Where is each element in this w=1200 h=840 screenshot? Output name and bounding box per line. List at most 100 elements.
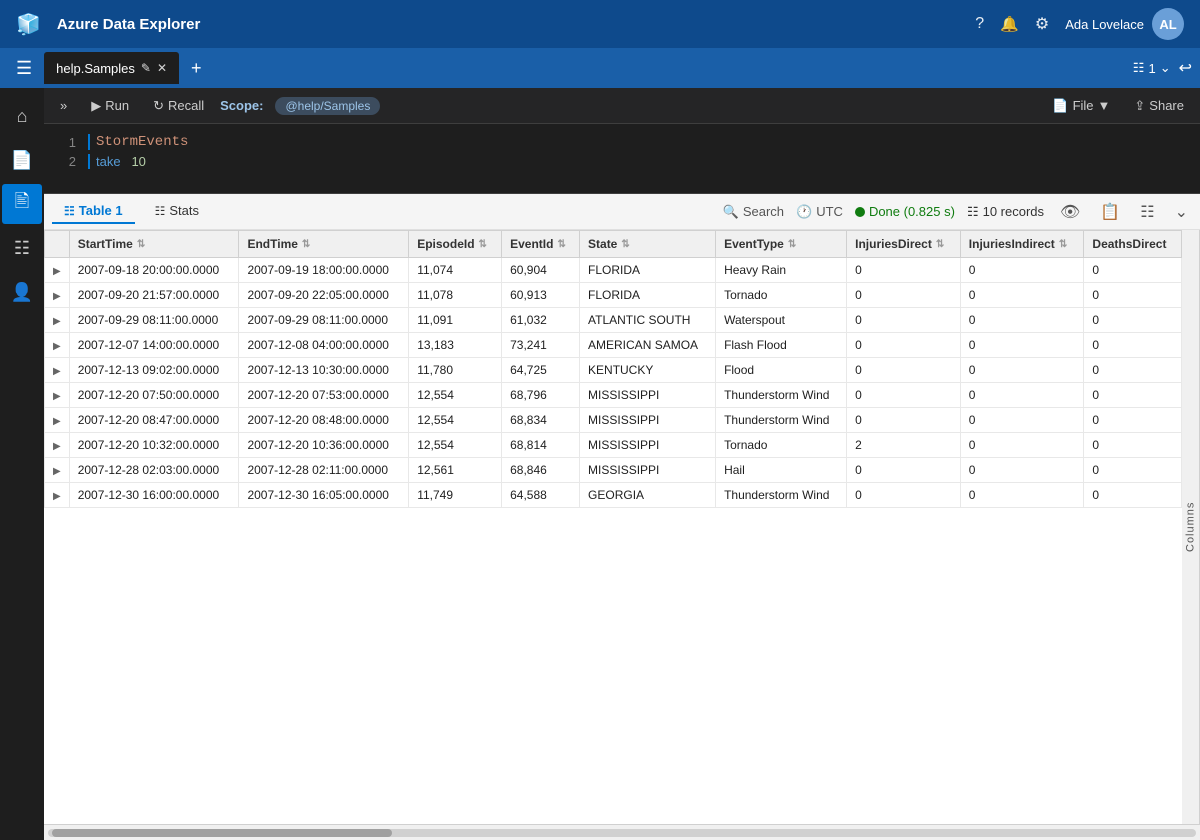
col-eventtype[interactable]: EventType ⇅ <box>716 231 847 258</box>
row-expand-4[interactable]: ▶ <box>45 358 70 383</box>
search-icon: 🔍 <box>723 204 739 220</box>
search-label: Search <box>743 204 784 219</box>
user-profile[interactable]: Ada Lovelace AL <box>1065 8 1184 40</box>
tab-help-samples[interactable]: help.Samples ✎ ✕ <box>44 52 179 84</box>
cell-eventtype-5: Thunderstorm Wind <box>716 383 847 408</box>
row-expand-5[interactable]: ▶ <box>45 383 70 408</box>
query-editor[interactable]: 1 StormEvents 2 take 10 <box>44 124 1200 194</box>
sidebar-home-icon[interactable]: ⌂ <box>2 96 42 136</box>
row-expand-8[interactable]: ▶ <box>45 458 70 483</box>
run-button[interactable]: ▶ Run <box>83 94 137 118</box>
scroll-track[interactable] <box>48 829 1196 837</box>
header-row: StartTime ⇅ EndTime ⇅ <box>45 231 1182 258</box>
cell-endtime-2: 2007-09-29 08:11:00.0000 <box>239 308 409 333</box>
cell-injuriesdirect-9: 0 <box>847 483 961 508</box>
help-icon[interactable]: ? <box>975 15 984 33</box>
cell-injuriesdirect-6: 0 <box>847 408 961 433</box>
row-expand-2[interactable]: ▶ <box>45 308 70 333</box>
chevron-down-icon[interactable]: ⌄ <box>1171 200 1192 224</box>
file-button[interactable]: 📄 File ▼ <box>1044 94 1118 118</box>
cell-injuriesindirect-3: 0 <box>960 333 1084 358</box>
share-button[interactable]: ⇪ Share <box>1126 94 1192 118</box>
results-toolbar: ☷ Table 1 ☷ Stats 🔍 Search 🕐 UTC <box>44 194 1200 230</box>
row-expand-9[interactable]: ▶ <box>45 483 70 508</box>
col-state[interactable]: State ⇅ <box>580 231 716 258</box>
run-icon: ▶ <box>91 98 101 114</box>
code-line-2: 2 take 10 <box>44 152 1200 171</box>
table-row: ▶2007-12-20 10:32:00.00002007-12-20 10:3… <box>45 433 1182 458</box>
copy-icon[interactable]: 📋 <box>1096 200 1124 224</box>
expand-icon: » <box>60 98 67 113</box>
undo-button[interactable]: ↩ <box>1179 58 1192 78</box>
table-body: ▶2007-09-18 20:00:00.00002007-09-19 18:0… <box>45 258 1182 508</box>
cell-eventtype-9: Thunderstorm Wind <box>716 483 847 508</box>
cell-eventid-1: 60,913 <box>502 283 580 308</box>
eye-icon[interactable]: 👁 <box>1056 200 1084 224</box>
cell-injuriesdirect-4: 0 <box>847 358 961 383</box>
sidebar-data-icon[interactable]: 📄 <box>2 140 42 180</box>
col-injuriesindirect[interactable]: InjuriesIndirect ⇅ <box>960 231 1084 258</box>
row-expand-3[interactable]: ▶ <box>45 333 70 358</box>
scope-badge[interactable]: @help/Samples <box>275 97 380 115</box>
records-count: ☷ 10 records <box>967 204 1044 220</box>
table-row: ▶2007-12-13 09:02:00.00002007-12-13 10:3… <box>45 358 1182 383</box>
cell-episodeid-5: 12,554 <box>409 383 502 408</box>
cell-endtime-7: 2007-12-20 10:36:00.0000 <box>239 433 409 458</box>
cell-endtime-8: 2007-12-28 02:11:00.0000 <box>239 458 409 483</box>
results-toolbar-right: 🔍 Search 🕐 UTC Done (0.825 s) ☷ 10 recor… <box>723 200 1192 224</box>
sidebar-chart-icon[interactable]: ☷ <box>2 228 42 268</box>
sidebar-query-icon[interactable]: 🖹 <box>2 184 42 224</box>
sort-injuriesindirect-icon: ⇅ <box>1059 239 1067 250</box>
line-number-2: 2 <box>52 154 76 169</box>
row-expand-6[interactable]: ▶ <box>45 408 70 433</box>
col-endtime[interactable]: EndTime ⇅ <box>239 231 409 258</box>
top-bar-icons: ? 🔔 ⚙ Ada Lovelace AL <box>975 8 1184 40</box>
horizontal-scrollbar[interactable] <box>44 824 1200 840</box>
settings-icon[interactable]: ⚙ <box>1035 14 1049 34</box>
cell-eventid-4: 64,725 <box>502 358 580 383</box>
cell-episodeid-0: 11,074 <box>409 258 502 283</box>
col-starttime[interactable]: StartTime ⇅ <box>69 231 239 258</box>
cell-state-0: FLORIDA <box>580 258 716 283</box>
row-expand-7[interactable]: ▶ <box>45 433 70 458</box>
sort-eventtype-icon: ⇅ <box>788 239 796 250</box>
tab-stats[interactable]: ☷ Stats <box>143 199 211 224</box>
col-episodeid[interactable]: EpisodeId ⇅ <box>409 231 502 258</box>
tab-counter[interactable]: ☷ 1 ⌄ <box>1133 60 1171 76</box>
cell-state-7: MISSISSIPPI <box>580 433 716 458</box>
utc-button[interactable]: 🕐 UTC <box>796 204 843 220</box>
columns-panel[interactable]: Columns <box>1182 230 1200 824</box>
sidebar-person-icon[interactable]: 👤 <box>2 272 42 312</box>
col-eventid[interactable]: EventId ⇅ <box>502 231 580 258</box>
cell-injuriesdirect-5: 0 <box>847 383 961 408</box>
cell-eventtype-8: Hail <box>716 458 847 483</box>
tab-edit-icon[interactable]: ✎ <box>141 61 151 75</box>
top-bar: 🧊 Azure Data Explorer ? 🔔 ⚙ Ada Lovelace… <box>0 0 1200 48</box>
cell-deathsdirect-7: 0 <box>1084 433 1182 458</box>
tab-bar-right: ☷ 1 ⌄ ↩ <box>1133 58 1192 78</box>
cell-starttime-8: 2007-12-28 02:03:00.0000 <box>69 458 239 483</box>
cell-state-1: FLORIDA <box>580 283 716 308</box>
col-deathsdirect[interactable]: DeathsDirect <box>1084 231 1182 258</box>
sort-episodeid-icon: ⇅ <box>479 239 487 250</box>
cell-eventid-9: 64,588 <box>502 483 580 508</box>
cell-deathsdirect-9: 0 <box>1084 483 1182 508</box>
recall-button[interactable]: ↻ Recall <box>145 94 212 118</box>
tab-close-icon[interactable]: ✕ <box>157 61 167 75</box>
expand-button[interactable]: » <box>52 94 75 117</box>
row-expand-1[interactable]: ▶ <box>45 283 70 308</box>
new-tab-button[interactable]: + <box>183 54 210 83</box>
cell-starttime-6: 2007-12-20 08:47:00.0000 <box>69 408 239 433</box>
hamburger-menu[interactable]: ☰ <box>8 54 40 83</box>
notifications-icon[interactable]: 🔔 <box>1000 15 1019 33</box>
col-injuriesdirect[interactable]: InjuriesDirect ⇅ <box>847 231 961 258</box>
row-expand-0[interactable]: ▶ <box>45 258 70 283</box>
run-label: Run <box>105 98 129 113</box>
cell-eventtype-2: Waterspout <box>716 308 847 333</box>
scroll-thumb[interactable] <box>52 829 392 837</box>
search-area[interactable]: 🔍 Search <box>723 204 784 220</box>
layout-icon[interactable]: ☷ <box>1136 200 1158 224</box>
table-container[interactable]: StartTime ⇅ EndTime ⇅ <box>44 230 1182 824</box>
tab-table[interactable]: ☷ Table 1 <box>52 199 135 224</box>
cell-injuriesindirect-2: 0 <box>960 308 1084 333</box>
